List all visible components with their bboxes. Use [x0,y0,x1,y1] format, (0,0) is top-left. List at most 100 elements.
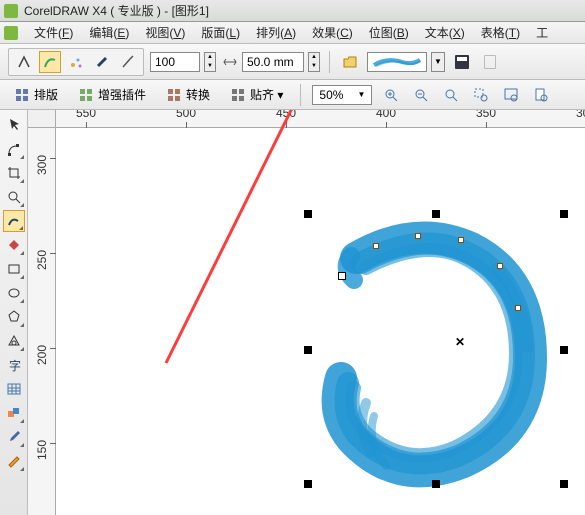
stroke-dropdown[interactable]: ▼ [431,52,445,72]
zoom-selection-button[interactable] [470,84,492,106]
path-node[interactable] [515,305,521,311]
text-tool[interactable]: 字 [3,354,25,376]
canvas-area: 550500450400350300 300250200150100 [28,110,585,515]
eyedropper-tool[interactable] [3,426,25,448]
menu-app-icon[interactable] [4,26,18,40]
browse-preset-icon[interactable] [339,51,361,73]
zoom-out-button[interactable] [410,84,432,106]
delete-preset-button[interactable] [479,51,501,73]
save-preset-button[interactable] [451,51,473,73]
crop-tool[interactable] [3,162,25,184]
path-node[interactable] [415,233,421,239]
zoom-value: 50% [319,88,343,102]
shape-tool[interactable] [3,138,25,160]
stroke-preview-group: ▼ [367,52,445,72]
menubar: 文件(F)编辑(E)视图(V)版面(L)排列(A)效果(C)位图(B)文本(X)… [0,22,585,44]
zoom-page-button[interactable] [530,84,552,106]
app-icon [4,4,18,18]
zoom-in-button[interactable] [380,84,402,106]
canvas[interactable]: ✕ [56,128,585,515]
menu-item-0[interactable]: 文件(F) [26,22,81,43]
menu-item-1[interactable]: 编辑(E) [81,22,137,43]
zoom-input[interactable]: 50% ▼ [312,85,372,105]
enhance-label: 增强插件 [98,86,146,103]
layout-label: 排版 [34,86,58,103]
preset-icon[interactable] [13,51,35,73]
snap-label: 贴齐 ▾ [250,86,283,103]
work-area: 字 550500450400350300 300250200150100 [0,110,585,515]
stroke-width-value: 50.0 mm [247,55,294,69]
selection-handle-e[interactable] [560,346,568,354]
window-title: CorelDRAW X4 ( 专业版 ) - [图形1] [24,2,209,19]
brush-mode-icon[interactable] [39,51,61,73]
zoom-all-button[interactable] [500,84,522,106]
selection-handle-n[interactable] [432,210,440,218]
menu-item-3[interactable]: 版面(L) [193,22,248,43]
property-bar: 100 ▲▼ 50.0 mm ▲▼ ▼ [0,44,585,80]
menu-item-9[interactable]: 工 [528,22,556,43]
selection-handle-nw[interactable] [304,210,312,218]
smoothing-value: 100 [155,55,175,69]
selection-handle-se[interactable] [560,480,568,488]
width-group: 50.0 mm ▲▼ [222,52,320,72]
width-icon [222,54,238,70]
menu-item-2[interactable]: 视图(V) [137,22,193,43]
selection-handle-sw[interactable] [304,480,312,488]
menu-item-8[interactable]: 表格(T) [473,22,528,43]
selection-handle-ne[interactable] [560,210,568,218]
smoothing-input[interactable]: 100 [150,52,200,72]
toolbox: 字 [0,110,28,515]
menu-item-6[interactable]: 位图(B) [361,22,417,43]
pressure-icon[interactable] [117,51,139,73]
path-node[interactable] [458,237,464,243]
basic-shapes-tool[interactable] [3,330,25,352]
vertical-ruler[interactable]: 300250200150100 [28,128,56,515]
ruler-origin[interactable] [28,110,56,128]
selection-handle-s[interactable] [432,480,440,488]
titlebar: CorelDRAW X4 ( 专业版 ) - [图形1] [0,0,585,22]
secondary-toolbar: 排版 增强插件 转换 贴齐 ▾ 50% ▼ [0,80,585,110]
stroke-preview[interactable] [367,52,427,72]
horizontal-ruler[interactable]: 550500450400350300 [56,110,585,128]
stroke-width-input[interactable]: 50.0 mm [242,52,304,72]
ellipse-tool[interactable] [3,282,25,304]
path-node-start[interactable] [338,272,346,280]
chevron-down-icon: ▼ [357,90,365,99]
grid-icon [166,87,182,103]
menu-item-5[interactable]: 效果(C) [304,22,361,43]
spray-mode-icon[interactable] [65,51,87,73]
menu-item-4[interactable]: 排列(A) [248,22,304,43]
divider [329,51,330,73]
zoom-tool[interactable] [3,186,25,208]
enhance-plugin-button[interactable]: 增强插件 [72,84,152,105]
snap-button[interactable]: 贴齐 ▾ [224,84,289,105]
selection-center[interactable]: ✕ [455,335,465,349]
outline-tool[interactable] [3,450,25,472]
selection-handle-w[interactable] [304,346,312,354]
polygon-tool[interactable] [3,306,25,328]
grid-icon [78,87,94,103]
ruler-v-tick: 300 [28,158,56,172]
menu-item-7[interactable]: 文本(X) [417,22,473,43]
grid-icon [14,87,30,103]
pick-tool[interactable] [3,114,25,136]
convert-button[interactable]: 转换 [160,84,216,105]
freehand-tool[interactable] [3,210,25,232]
rectangle-tool[interactable] [3,258,25,280]
width-spinner[interactable]: ▲▼ [308,52,320,72]
ruler-v-tick: 250 [28,253,56,267]
interactive-tool[interactable] [3,402,25,424]
smoothing-spinner[interactable]: ▲▼ [204,52,216,72]
brush-stroke-object[interactable] [296,208,566,488]
calligraphy-icon[interactable] [91,51,113,73]
layout-button[interactable]: 排版 [8,84,64,105]
annotation-arrow [116,110,316,368]
preset-group [8,48,144,76]
path-node[interactable] [373,243,379,249]
zoom-fit-button[interactable] [440,84,462,106]
table-tool[interactable] [3,378,25,400]
divider [300,84,301,106]
ruler-v-tick: 200 [28,348,56,362]
path-node[interactable] [497,263,503,269]
smart-fill-tool[interactable] [3,234,25,256]
